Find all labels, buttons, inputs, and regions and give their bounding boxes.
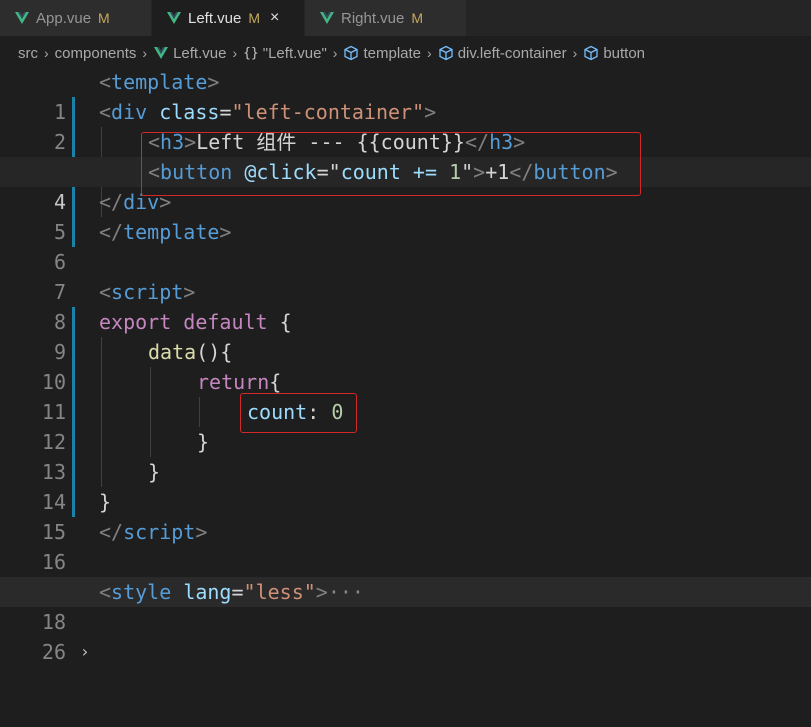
code-line: 6 </template>: [53, 220, 232, 274]
code-line: 26: [41, 640, 66, 664]
vue-icon: [320, 12, 334, 24]
breadcrumb-template[interactable]: template: [343, 45, 421, 62]
cube-icon: [584, 45, 598, 61]
breadcrumb: src › components › Left.vue › {} "Left.v…: [0, 36, 811, 70]
code-line: 8 <script>: [53, 280, 196, 334]
code-editor[interactable]: 1 <template> 2 <div class="left-containe…: [0, 66, 811, 664]
modified-badge: M: [248, 10, 261, 26]
code-line: 16 </script>: [41, 520, 208, 574]
code-line: 7: [53, 280, 66, 304]
chevron-right-icon: ›: [142, 45, 148, 61]
code-line: 9 export default {: [53, 310, 292, 364]
braces-icon: {}: [243, 45, 259, 61]
modified-badge: M: [411, 10, 424, 26]
code-line: 13 }: [41, 430, 210, 484]
modified-badge: M: [98, 10, 110, 26]
code-line: 1 <template>: [53, 70, 220, 124]
breadcrumb-div[interactable]: div.left-container: [438, 45, 567, 62]
tab-label: Left.vue: [188, 9, 242, 27]
close-icon[interactable]: ×: [270, 10, 279, 26]
cube-icon: [439, 45, 453, 61]
chevron-right-icon: ›: [427, 45, 432, 61]
code-line: 11 return{: [41, 370, 282, 424]
chevron-right-icon: ›: [332, 45, 338, 61]
code-line: 2 <div class="left-container">: [53, 100, 437, 154]
breadcrumb-button[interactable]: button: [583, 45, 645, 62]
cube-icon: [344, 45, 359, 61]
breadcrumb-src[interactable]: src: [18, 45, 38, 62]
tab-app-vue[interactable]: App.vue M: [0, 0, 152, 36]
breadcrumb-file[interactable]: Left.vue: [153, 45, 226, 62]
vue-icon: [15, 12, 29, 24]
tab-label: Right.vue: [341, 9, 405, 27]
chevron-right-icon[interactable]: ›: [80, 637, 90, 667]
vue-icon: [167, 12, 181, 24]
tab-right-vue[interactable]: Right.vue M: [305, 0, 467, 36]
folded-ellipsis[interactable]: ···: [328, 580, 364, 604]
chevron-right-icon: ›: [44, 45, 49, 61]
highlight-box-template: [141, 132, 641, 196]
chevron-right-icon: ›: [572, 45, 578, 61]
tab-label: App.vue: [36, 9, 92, 27]
tab-left-vue[interactable]: Left.vue M ×: [152, 0, 305, 36]
breadcrumb-component[interactable]: {} "Left.vue": [243, 45, 327, 62]
code-line: 15 }: [41, 490, 112, 544]
code-line-folded: 18 › <style lang="less">···: [0, 577, 811, 661]
breadcrumb-components[interactable]: components: [55, 45, 137, 62]
code-line: 17: [0, 547, 811, 604]
code-line: 14 }: [41, 460, 161, 514]
highlight-box-data: [240, 393, 357, 433]
code-line: 12 count: 0: [41, 400, 344, 454]
vue-icon: [154, 47, 169, 59]
chevron-right-icon: ›: [232, 45, 238, 61]
code-line: 10 data(){: [41, 340, 233, 394]
editor-tab-bar: App.vue M Left.vue M × Right.vue M: [0, 0, 811, 36]
